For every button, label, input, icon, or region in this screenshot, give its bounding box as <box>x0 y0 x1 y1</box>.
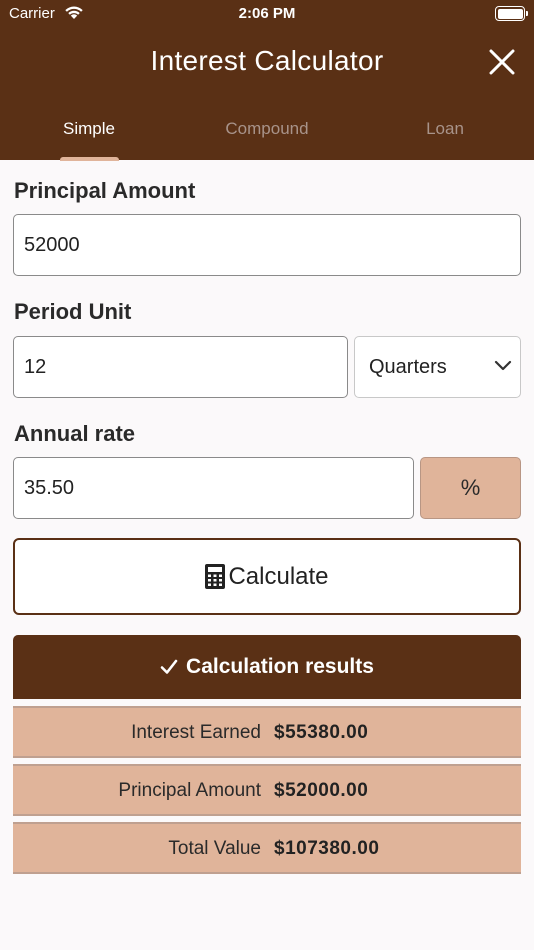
result-label: Principal Amount <box>118 780 261 801</box>
calculator-icon <box>205 564 226 589</box>
checkmark-icon <box>160 659 178 674</box>
result-value: $52000.00 <box>274 780 369 801</box>
calculate-button[interactable]: Calculate <box>13 538 521 615</box>
period-unit-value: Quarters <box>369 355 447 378</box>
page-title: Interest Calculator <box>150 45 384 76</box>
results-title: Calculation results <box>186 655 374 678</box>
result-row-interest: Interest Earned $55380.00 <box>13 706 521 758</box>
percent-addon: % <box>420 457 521 519</box>
result-value: $107380.00 <box>274 838 380 859</box>
tab-simple[interactable]: Simple <box>0 110 178 160</box>
results-header: Calculation results <box>13 635 521 699</box>
tab-compound[interactable]: Compound <box>178 110 356 160</box>
tab-bar: Simple Compound Loan <box>0 110 534 161</box>
active-tab-indicator <box>60 157 119 161</box>
tab-loan[interactable]: Loan <box>356 110 534 160</box>
result-label: Total Value <box>168 838 261 859</box>
status-time: 2:06 PM <box>238 5 296 22</box>
period-label: Period Unit <box>14 299 132 324</box>
principal-label: Principal Amount <box>14 178 196 203</box>
close-icon[interactable] <box>486 46 518 78</box>
result-row-principal: Principal Amount $52000.00 <box>13 764 521 816</box>
status-bar: Carrier 2:06 PM <box>0 0 534 28</box>
period-input[interactable]: 12 <box>13 336 348 398</box>
period-unit-select[interactable]: Quarters <box>354 336 521 398</box>
chevron-down-icon <box>494 360 512 371</box>
principal-input[interactable]: 52000 <box>13 214 521 276</box>
result-label: Interest Earned <box>131 722 261 743</box>
calculate-label: Calculate <box>228 562 329 590</box>
result-value: $55380.00 <box>274 722 369 743</box>
annual-rate-input[interactable]: 35.50 <box>13 457 414 519</box>
result-row-total: Total Value $107380.00 <box>13 822 521 874</box>
battery-icon <box>495 6 528 21</box>
app-header: Carrier 2:06 PM Interest Calculator Simp… <box>0 0 534 161</box>
annual-rate-label: Annual rate <box>14 421 136 446</box>
